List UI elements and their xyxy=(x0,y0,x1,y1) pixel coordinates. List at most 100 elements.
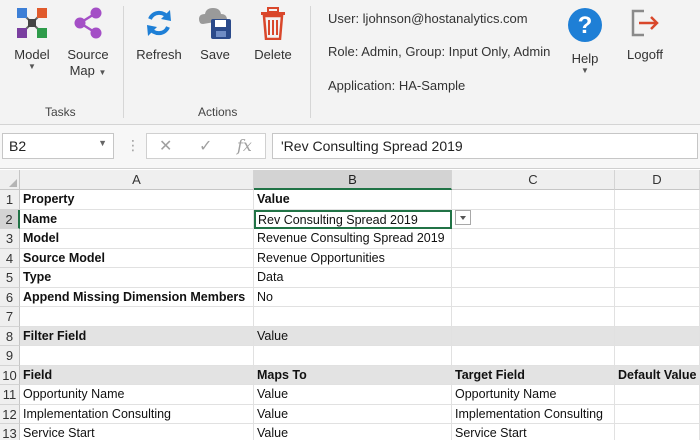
svg-text:?: ? xyxy=(578,12,593,39)
check-icon[interactable]: ✓ xyxy=(199,136,212,156)
grid-cell[interactable] xyxy=(452,248,615,268)
grid-cell[interactable]: Opportunity Name xyxy=(20,385,254,405)
grid-cell[interactable] xyxy=(615,248,700,268)
grid-cell[interactable] xyxy=(452,307,615,327)
grid-cell[interactable] xyxy=(20,346,254,366)
grid-cell[interactable] xyxy=(452,287,615,307)
save-label: Save xyxy=(200,47,230,62)
grid-cell[interactable]: Value xyxy=(254,385,452,405)
formula-actions: ✕ ✓ fx xyxy=(146,133,266,159)
grid-cell[interactable] xyxy=(452,346,615,366)
grid-cell[interactable]: Filter Field xyxy=(20,326,254,346)
grid-cell[interactable]: Type xyxy=(20,268,254,288)
trash-icon xyxy=(248,6,298,43)
grid-cell[interactable]: Service Start xyxy=(20,424,254,440)
grid-cell[interactable]: Model xyxy=(20,229,254,249)
source-map-button[interactable]: Source Map ▼ xyxy=(62,6,114,81)
row-header[interactable]: 2 xyxy=(0,209,20,229)
function-icon[interactable]: fx xyxy=(237,136,252,155)
grid-cell[interactable]: Implementation Consulting xyxy=(452,404,615,424)
user-info: User: ljohnson@hostanalytics.com xyxy=(328,11,528,26)
row-header[interactable]: 1 xyxy=(0,190,20,210)
logoff-button[interactable]: Logoff xyxy=(620,6,670,63)
refresh-button[interactable]: Refresh xyxy=(134,6,184,63)
row-header[interactable]: 3 xyxy=(0,229,20,249)
column-header-c[interactable]: C xyxy=(452,170,615,190)
grid-cell[interactable] xyxy=(452,209,615,229)
grid-cell[interactable] xyxy=(615,326,700,346)
grid-cell[interactable]: Target Field xyxy=(452,365,615,385)
row-header[interactable]: 5 xyxy=(0,268,20,288)
column-header-a[interactable]: A xyxy=(20,170,254,190)
source-map-label-line2-wrap: Map ▼ xyxy=(62,63,114,81)
grid-cell[interactable] xyxy=(615,287,700,307)
grid-cell[interactable]: No xyxy=(254,287,452,307)
grid-cell[interactable]: Name xyxy=(20,209,254,229)
formula-input[interactable]: 'Rev Consulting Spread 2019 xyxy=(272,133,698,159)
row-header[interactable]: 11 xyxy=(0,385,20,405)
grid-cell[interactable]: Value xyxy=(254,424,452,440)
chevron-down-icon[interactable]: ▼ xyxy=(98,138,107,148)
help-button[interactable]: ? Help ▼ xyxy=(560,6,610,75)
grid-cell[interactable]: Value xyxy=(254,404,452,424)
row-header[interactable]: 4 xyxy=(0,248,20,268)
grid-cell[interactable]: Revenue Consulting Spread 2019 xyxy=(254,229,452,249)
active-cell[interactable]: Rev Consulting Spread 2019 xyxy=(254,209,452,229)
grid-cell[interactable] xyxy=(615,229,700,249)
grid-cell[interactable] xyxy=(20,307,254,327)
grid-cell[interactable] xyxy=(452,268,615,288)
grid-cell[interactable] xyxy=(615,424,700,440)
grid-cell[interactable] xyxy=(615,346,700,366)
grid-cell[interactable]: Revenue Opportunities xyxy=(254,248,452,268)
row-header[interactable]: 6 xyxy=(0,287,20,307)
grid-cell[interactable]: Field xyxy=(20,365,254,385)
column-header-b[interactable]: B xyxy=(254,170,452,190)
grid-cell[interactable]: Data xyxy=(254,268,452,288)
refresh-icon xyxy=(134,6,184,43)
grid-cell[interactable]: Append Missing Dimension Members xyxy=(20,287,254,307)
grid-cell[interactable]: Source Model xyxy=(20,248,254,268)
select-all-corner[interactable] xyxy=(0,170,20,190)
grid-cell[interactable] xyxy=(254,346,452,366)
help-icon: ? xyxy=(560,6,610,47)
row-header[interactable]: 10 xyxy=(0,365,20,385)
grid-cell[interactable]: Maps To xyxy=(254,365,452,385)
grid-cell[interactable] xyxy=(615,385,700,405)
more-dots-icon[interactable]: ⋮ xyxy=(126,137,140,154)
model-label: Model xyxy=(14,47,50,62)
grid-cell[interactable]: Value xyxy=(254,190,452,210)
grid-cell[interactable] xyxy=(452,229,615,249)
tasks-group-label: Tasks xyxy=(45,105,76,119)
grid-cell[interactable] xyxy=(615,268,700,288)
cancel-icon[interactable]: ✕ xyxy=(159,136,172,156)
save-button[interactable]: Save xyxy=(192,6,238,63)
grid-cell[interactable] xyxy=(615,190,700,210)
grid-cell[interactable] xyxy=(452,326,615,346)
application-info: Application: HA-Sample xyxy=(328,78,466,93)
grid-cell[interactable] xyxy=(254,307,452,327)
chevron-down-icon: ▼ xyxy=(98,68,107,77)
column-header-d[interactable]: D xyxy=(615,170,700,190)
grid-cell[interactable]: Opportunity Name xyxy=(452,385,615,405)
role-info: Role: Admin, Group: Input Only, Admin xyxy=(328,44,551,59)
delete-button[interactable]: Delete xyxy=(248,6,298,63)
grid-cell[interactable]: Service Start xyxy=(452,424,615,440)
row-header[interactable]: 7 xyxy=(0,307,20,327)
grid-cell[interactable] xyxy=(615,404,700,424)
grid-cell[interactable]: Value xyxy=(254,326,452,346)
grid-cell[interactable]: Implementation Consulting xyxy=(20,404,254,424)
grid-cell[interactable]: Property xyxy=(20,190,254,210)
row-header[interactable]: 13 xyxy=(0,424,20,440)
logoff-label: Logoff xyxy=(627,47,663,62)
row-header[interactable]: 8 xyxy=(0,326,20,346)
grid-cell[interactable] xyxy=(615,307,700,327)
chevron-down-icon[interactable] xyxy=(455,210,471,225)
source-map-label-line2: Map xyxy=(69,63,95,78)
row-header[interactable]: 9 xyxy=(0,346,20,366)
grid-cell[interactable] xyxy=(615,209,700,229)
name-box[interactable]: B2 ▼ xyxy=(2,133,114,159)
row-header[interactable]: 12 xyxy=(0,404,20,424)
grid-cell[interactable] xyxy=(452,190,615,210)
model-button[interactable]: Model ▼ xyxy=(8,6,56,71)
grid-cell[interactable]: Default Value xyxy=(615,365,700,385)
